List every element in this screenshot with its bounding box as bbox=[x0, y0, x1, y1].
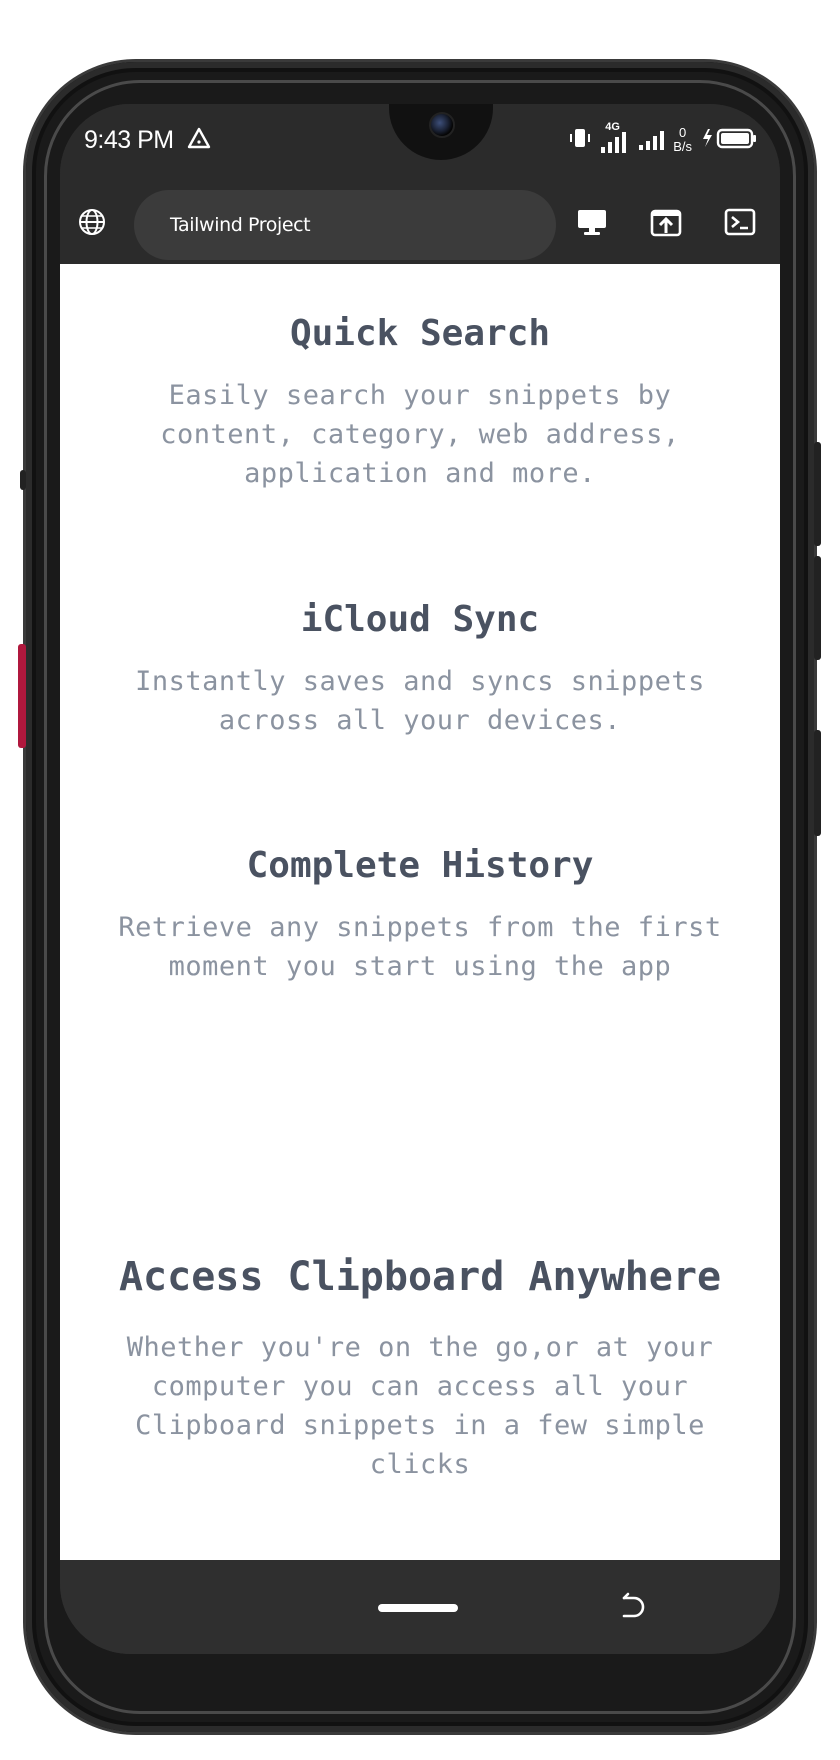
feature-description: Retrieve any snippets from the first mom… bbox=[118, 912, 722, 982]
terminal-icon[interactable] bbox=[722, 204, 758, 240]
feature-title: Quick Search bbox=[289, 313, 551, 354]
power-button bbox=[814, 730, 821, 836]
charging-battery-icon bbox=[700, 126, 758, 154]
section-access-clipboard: Access Clipboard Anywhere Whether you're… bbox=[60, 1252, 780, 1484]
feature-description: Instantly saves and syncs snippets acros… bbox=[135, 666, 705, 736]
back-gesture-icon[interactable] bbox=[616, 1590, 650, 1624]
web-content: Quick Search Easily search your snippets… bbox=[60, 264, 780, 1560]
system-navigation-bar bbox=[60, 1560, 780, 1654]
left-small-key bbox=[20, 470, 26, 490]
feature-title: iCloud Sync bbox=[300, 599, 540, 640]
volume-down-button bbox=[814, 556, 821, 660]
camera-notch bbox=[389, 104, 493, 160]
status-time: 9:43 PM bbox=[84, 126, 174, 154]
net-speed-indicator: 0 B/s bbox=[673, 126, 692, 154]
volume-up-button bbox=[814, 442, 821, 546]
desktop-icon[interactable] bbox=[574, 204, 610, 240]
warning-triangle-icon bbox=[186, 126, 212, 150]
status-icons: 4G 0 B/s bbox=[569, 121, 758, 158]
page: 9:43 PM 4G 0 B/s Tailwind Project Quick … bbox=[0, 0, 840, 1760]
feature-title: Complete History bbox=[246, 845, 594, 886]
phone-screen: 9:43 PM 4G 0 B/s Tailwind Project Quick … bbox=[60, 104, 780, 1654]
browser-toolbar: Tailwind Project bbox=[60, 184, 780, 264]
net-speed-unit: B/s bbox=[673, 139, 692, 154]
vibrate-icon bbox=[569, 126, 591, 154]
front-camera bbox=[429, 112, 455, 138]
globe-icon[interactable] bbox=[74, 204, 110, 240]
section-title: Access Clipboard Anywhere bbox=[118, 1254, 722, 1300]
feature-quick-search: Quick Search Easily search your snippets… bbox=[60, 312, 780, 493]
address-bar[interactable]: Tailwind Project bbox=[134, 190, 556, 260]
feature-icloud-sync: iCloud Sync Instantly saves and syncs sn… bbox=[60, 598, 780, 740]
signal-strength-icon bbox=[637, 124, 665, 156]
left-side-button bbox=[18, 644, 26, 748]
status-bar: 9:43 PM 4G 0 B/s bbox=[60, 104, 780, 184]
net-speed-value: 0 bbox=[678, 125, 687, 140]
section-description: Whether you're on the go,or at your comp… bbox=[126, 1332, 714, 1480]
signal-4g-icon: 4G bbox=[599, 121, 629, 155]
feature-description: Easily search your snippets by content, … bbox=[160, 380, 680, 489]
feature-complete-history: Complete History Retrieve any snippets f… bbox=[60, 844, 780, 986]
share-upload-icon[interactable] bbox=[648, 204, 684, 240]
home-gesture-pill[interactable] bbox=[378, 1604, 458, 1612]
